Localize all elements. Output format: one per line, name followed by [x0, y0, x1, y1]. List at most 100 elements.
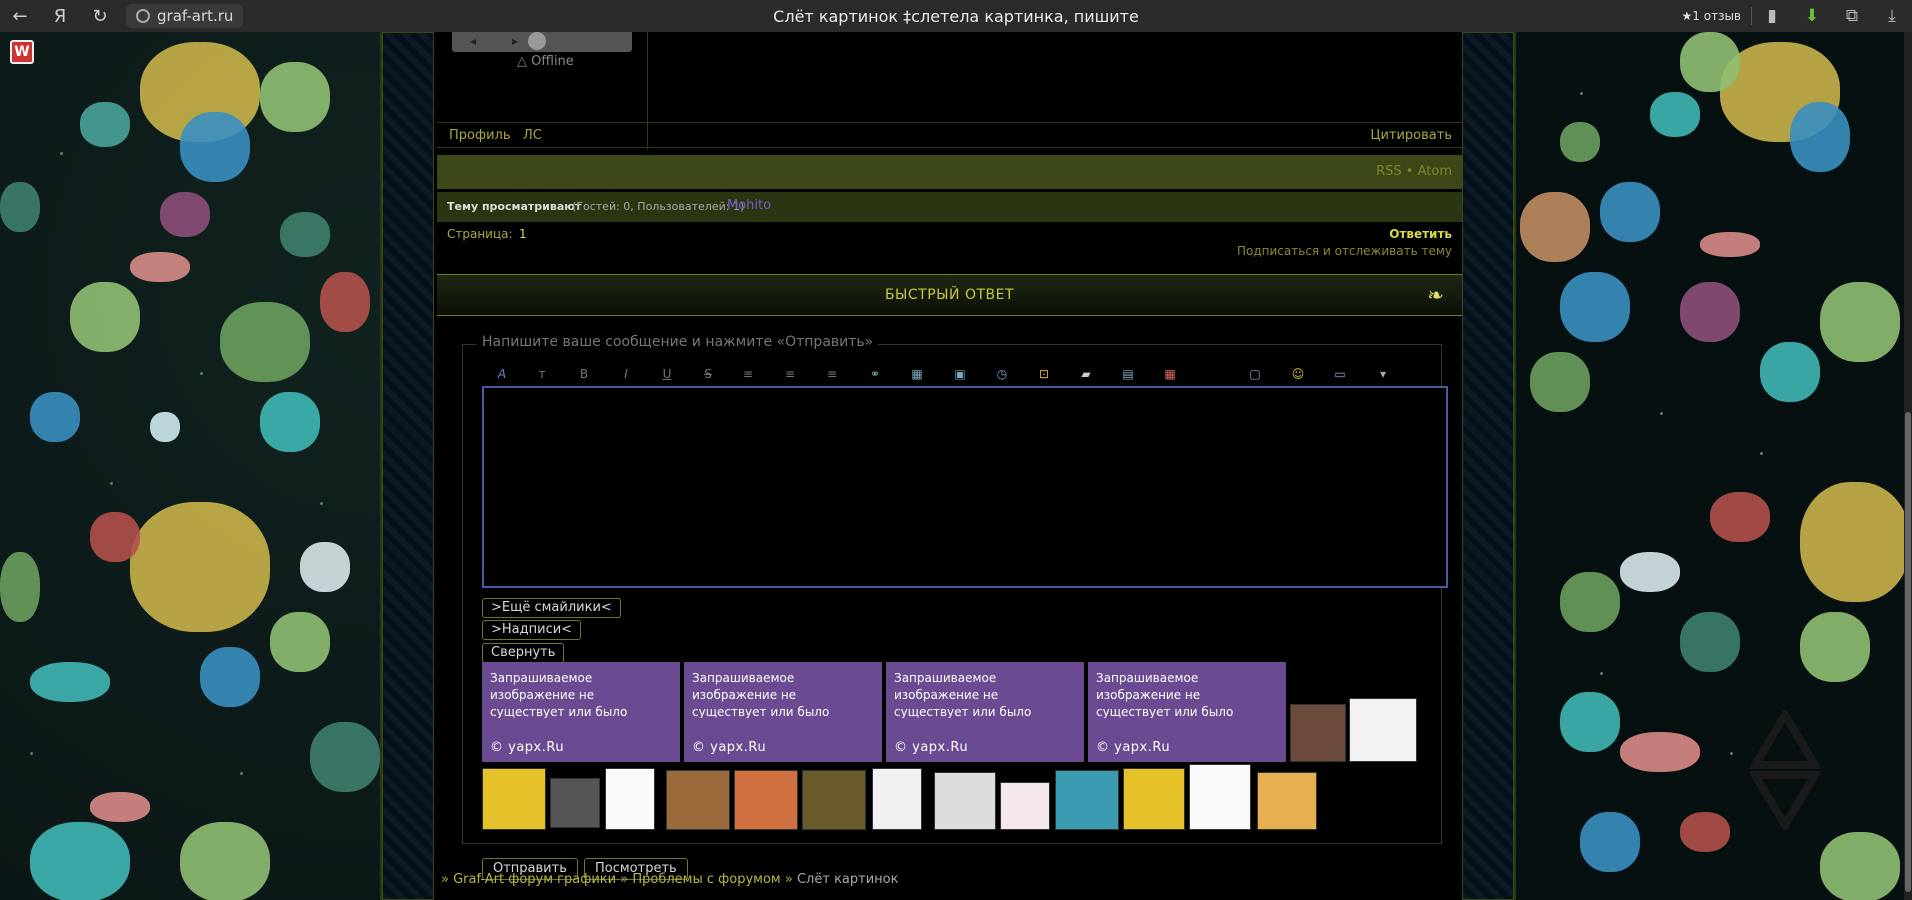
smiley-mammoth[interactable]: [666, 770, 730, 830]
smiley-sid[interactable]: [1055, 770, 1119, 830]
play-icon[interactable]: ▸: [512, 34, 518, 48]
bold-icon[interactable]: B: [576, 366, 592, 382]
align-right-icon[interactable]: ≡: [824, 366, 840, 382]
downloads-icon[interactable]: ⤓: [1872, 0, 1912, 32]
forum-column: ◂ ▸ △ Offline Профиль ЛС Цитировать RSS …: [380, 32, 1516, 900]
browser-toolbar: ← Я ↻ graf-art.ru Слёт картинок ‡слетела…: [0, 0, 1912, 32]
page-current[interactable]: 1: [519, 227, 527, 241]
scroll-arrows-icon[interactable]: [1747, 707, 1823, 833]
dropdown-icon[interactable]: ▾: [1375, 366, 1391, 382]
table-icon[interactable]: ▢: [1247, 366, 1263, 382]
page-title: Слёт картинок ‡слетела картинка, пишите: [773, 6, 1139, 26]
bookmark-icon[interactable]: ▮: [1752, 0, 1792, 32]
missing-image-tile[interactable]: Запрашиваемое изображение не существует …: [684, 662, 882, 762]
translate-icon[interactable]: ⧉: [1832, 0, 1872, 32]
smiley-stickman[interactable]: [872, 768, 922, 830]
viewers-bar: Тему просматривают (Гостей: 0, Пользоват…: [437, 192, 1462, 222]
grid-icon[interactable]: ▦: [1162, 366, 1178, 382]
viewer-user-link[interactable]: Mohito: [727, 198, 771, 213]
page-label: Страница:: [447, 227, 513, 241]
image-icon[interactable]: ▦: [909, 366, 925, 382]
volume-icon[interactable]: ◂: [470, 34, 476, 48]
italic-icon[interactable]: I: [618, 366, 634, 382]
quote-link[interactable]: Цитировать: [1370, 128, 1452, 143]
feeds-links: RSS • Atom: [1376, 164, 1452, 179]
missing-image-tile[interactable]: Запрашиваемое изображение не существует …: [1088, 662, 1286, 762]
yapx-credit: © yapx.Ru: [490, 740, 565, 755]
align-left-icon[interactable]: ≡: [740, 366, 756, 382]
post-footer: Профиль ЛС Цитировать: [437, 122, 1462, 148]
left-decor-rail: [382, 32, 434, 900]
smiley-icon[interactable]: ☺: [1290, 366, 1306, 382]
align-center-icon[interactable]: ≡: [782, 366, 798, 382]
viewers-counts: (Гостей: 0, Пользователей: 1): [572, 200, 745, 213]
video-icon[interactable]: ▣: [952, 366, 968, 382]
smiley-skull-face[interactable]: [934, 772, 996, 830]
subscribe-link[interactable]: Подписаться и отслеживать тему: [1237, 244, 1452, 258]
play-circle-icon[interactable]: [528, 32, 546, 50]
breadcrumb-section-link[interactable]: Проблемы с форумом: [632, 872, 780, 887]
bookmark-widget-icon[interactable]: W: [10, 40, 34, 64]
text-size-icon[interactable]: т: [534, 366, 550, 382]
quick-reply-title: БЫСТРЫЙ ОТВЕТ: [884, 287, 1015, 303]
audio-player[interactable]: ◂ ▸: [452, 32, 632, 52]
smiley-bunny[interactable]: [550, 778, 600, 828]
feeds-bar: RSS • Atom: [437, 155, 1462, 189]
strike-icon[interactable]: S: [700, 366, 716, 382]
review-badge[interactable]: ★1 отзыв: [1672, 7, 1752, 25]
missing-image-tile[interactable]: Запрашиваемое изображение не существует …: [482, 662, 680, 762]
form-legend: Напишите ваше сообщение и нажмите «Отпра…: [477, 334, 879, 350]
pm-link[interactable]: ЛС: [523, 128, 542, 143]
scrollbar-thumb[interactable]: [1905, 412, 1911, 892]
user-status: △ Offline: [517, 54, 574, 69]
smiley-meme-face[interactable]: [1349, 698, 1417, 762]
address-bar[interactable]: graf-art.ru: [126, 4, 244, 28]
page-scrollbar[interactable]: [1904, 32, 1912, 900]
underline-icon[interactable]: U: [659, 366, 675, 382]
reply-link[interactable]: Ответить: [1389, 227, 1452, 241]
folder-icon[interactable]: ▭: [1332, 366, 1348, 382]
link-icon[interactable]: ⚭: [867, 366, 883, 382]
url-text: graf-art.ru: [157, 7, 234, 25]
rss-link[interactable]: RSS: [1376, 164, 1402, 179]
smiley-lion[interactable]: [734, 770, 798, 830]
missing-image-text: Запрашиваемое изображение не существует …: [894, 671, 1032, 718]
site-icon: [136, 9, 150, 23]
breadcrumb-topic: Слёт картинок: [796, 872, 899, 887]
missing-image-text: Запрашиваемое изображение не существует …: [490, 671, 628, 718]
missing-image-text: Запрашиваемое изображение не существует …: [1096, 671, 1234, 718]
yandex-logo[interactable]: Я: [40, 0, 80, 32]
smiley-white-rabbit[interactable]: [605, 768, 655, 830]
yapx-credit: © yapx.Ru: [1096, 740, 1171, 755]
font-icon[interactable]: A: [494, 366, 510, 382]
editor-toolbar: A т B I U S ≡ ≡ ≡ ⚭ ▦ ▣ ◷ ⊡ ▰ ▤ ▦ ▢ ☺ ▭ …: [482, 364, 1417, 386]
profile-link[interactable]: Профиль: [449, 128, 511, 143]
breadcrumb-forum-link[interactable]: Graf-Art форум графики: [453, 872, 616, 887]
status-triangle-icon: △: [517, 54, 527, 69]
smiley-spongebob-dance[interactable]: [1123, 768, 1185, 830]
quick-reply-header: БЫСТРЫЙ ОТВЕТ ❧: [437, 274, 1462, 316]
atom-link[interactable]: Atom: [1418, 164, 1452, 179]
smiley-angry-bunny[interactable]: [1189, 764, 1251, 830]
smiley-horse[interactable]: [1290, 704, 1346, 762]
quote-bubble-icon[interactable]: ▰: [1078, 366, 1094, 382]
more-smileys-button[interactable]: >Ещё смайлики<: [482, 598, 621, 618]
code-icon[interactable]: ▤: [1120, 366, 1136, 382]
smiley-mona-lisa[interactable]: [802, 770, 866, 830]
back-arrow-icon[interactable]: ←: [0, 0, 40, 32]
right-decor-rail: [1462, 32, 1514, 900]
lock-icon[interactable]: ⊡: [1036, 366, 1052, 382]
smiley-orange-kid[interactable]: [1257, 772, 1317, 830]
forum-content: ◂ ▸ △ Offline Профиль ЛС Цитировать RSS …: [437, 32, 1462, 900]
reload-icon[interactable]: ↻: [80, 0, 120, 32]
download-green-icon[interactable]: ⬇: [1792, 0, 1832, 32]
smiley-spongebob[interactable]: [482, 768, 546, 830]
clock-icon[interactable]: ◷: [994, 366, 1010, 382]
missing-image-tile[interactable]: Запрашиваемое изображение не существует …: [886, 662, 1084, 762]
message-textarea[interactable]: [482, 386, 1448, 588]
yapx-credit: © yapx.Ru: [894, 740, 969, 755]
smiley-blushing-cat[interactable]: [1000, 782, 1050, 830]
captions-button[interactable]: >Надписи<: [482, 620, 582, 640]
missing-image-text: Запрашиваемое изображение не существует …: [692, 671, 830, 718]
collapse-button[interactable]: Свернуть: [482, 643, 565, 663]
